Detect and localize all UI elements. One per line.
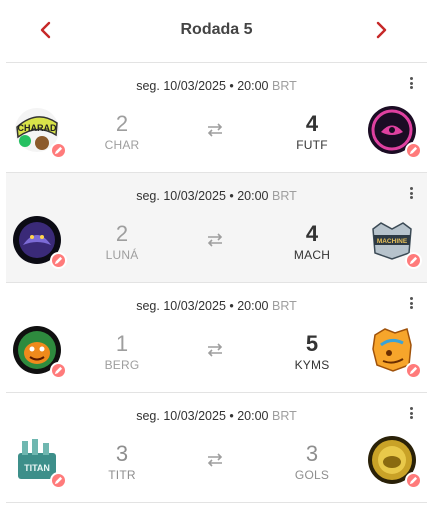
home-team-logo[interactable]: TITAN: [12, 435, 67, 489]
match-datetime: seg. 10/03/2025 • 20:00: [136, 79, 269, 93]
home-team: 2 CHAR: [92, 111, 152, 153]
home-score: 1: [115, 331, 129, 356]
timezone: BRT: [271, 299, 297, 313]
away-team-logo[interactable]: MACHINE: [367, 215, 422, 269]
pencil-icon: [409, 366, 418, 375]
chevron-right-icon: [376, 21, 387, 39]
svg-text:CHARAD: CHARAD: [18, 123, 57, 133]
home-score: 3: [115, 441, 129, 466]
home-team: 1 BERG: [92, 331, 152, 373]
away-score: 3: [305, 441, 319, 466]
round-header: Rodada 5: [0, 0, 433, 60]
edit-badge[interactable]: [405, 472, 422, 489]
edit-badge[interactable]: [50, 362, 67, 379]
edit-badge[interactable]: [50, 142, 67, 159]
home-team-abbr: BERG: [104, 358, 140, 372]
chevron-left-icon: [40, 21, 51, 39]
match-datetime: seg. 10/03/2025 • 20:00: [136, 409, 269, 423]
match-card[interactable]: seg. 10/03/2025 • 20:00 BRT CHARAD 2 CHA…: [6, 62, 427, 173]
home-team: 2 LUNÁ: [92, 221, 152, 263]
home-team-logo[interactable]: [12, 215, 67, 269]
svg-text:MACHINE: MACHINE: [377, 238, 408, 245]
home-team-logo[interactable]: CHARAD: [12, 105, 67, 159]
swap-icon[interactable]: [206, 123, 224, 137]
edit-badge[interactable]: [405, 142, 422, 159]
away-score: 5: [305, 331, 319, 356]
away-team: 3 GOLS: [282, 441, 342, 483]
away-team-abbr: GOLS: [294, 468, 330, 482]
more-options-button[interactable]: [407, 75, 415, 91]
home-team-abbr: TITR: [108, 468, 136, 482]
swap-icon[interactable]: [206, 343, 224, 357]
edit-badge[interactable]: [405, 362, 422, 379]
away-team-abbr: KYMS: [294, 358, 330, 372]
pencil-icon: [409, 146, 418, 155]
more-options-button[interactable]: [407, 185, 415, 201]
edit-badge[interactable]: [50, 472, 67, 489]
match-card[interactable]: seg. 10/03/2025 • 20:00 BRT 2 LUNÁ 4 MAC…: [6, 172, 427, 283]
more-options-button[interactable]: [407, 295, 415, 311]
next-round-button[interactable]: [365, 14, 397, 46]
pencil-icon: [54, 476, 63, 485]
away-team-logo[interactable]: [367, 435, 422, 489]
home-team-abbr: CHAR: [104, 138, 140, 152]
away-team-abbr: MACH: [293, 248, 331, 262]
timezone: BRT: [271, 79, 297, 93]
previous-round-button[interactable]: [30, 14, 62, 46]
home-team-logo[interactable]: [12, 325, 67, 379]
home-team: 3 TITR: [92, 441, 152, 483]
match-datetime: seg. 10/03/2025 • 20:00: [136, 189, 269, 203]
edit-badge[interactable]: [50, 252, 67, 269]
more-options-button[interactable]: [407, 405, 415, 421]
away-score: 4: [305, 221, 319, 246]
match-card[interactable]: seg. 10/03/2025 • 20:00 BRT TITAN 3 TITR…: [6, 392, 427, 503]
away-score: 4: [305, 111, 319, 136]
timezone: BRT: [271, 409, 297, 423]
timezone: BRT: [271, 189, 297, 203]
swap-icon[interactable]: [206, 453, 224, 467]
round-title: Rodada 5: [180, 21, 253, 38]
away-team-logo[interactable]: [367, 105, 422, 159]
pencil-icon: [54, 256, 63, 265]
away-team: 4 MACH: [282, 221, 342, 263]
home-team-abbr: LUNÁ: [105, 248, 139, 262]
away-team-logo[interactable]: [367, 325, 422, 379]
swap-icon[interactable]: [206, 233, 224, 247]
away-team-abbr: FUTF: [296, 138, 328, 152]
match-date: seg. 10/03/2025 • 20:00 BRT: [6, 189, 427, 203]
svg-text:TITAN: TITAN: [24, 463, 50, 473]
pencil-icon: [54, 146, 63, 155]
match-date: seg. 10/03/2025 • 20:00 BRT: [6, 409, 427, 423]
pencil-icon: [409, 476, 418, 485]
pencil-icon: [409, 256, 418, 265]
pencil-icon: [54, 366, 63, 375]
match-card[interactable]: seg. 10/03/2025 • 20:00 BRT 1 BERG 5 KYM…: [6, 282, 427, 393]
edit-badge[interactable]: [405, 252, 422, 269]
match-datetime: seg. 10/03/2025 • 20:00: [136, 299, 269, 313]
home-score: 2: [115, 111, 129, 136]
away-team: 5 KYMS: [282, 331, 342, 373]
match-date: seg. 10/03/2025 • 20:00 BRT: [6, 299, 427, 313]
match-date: seg. 10/03/2025 • 20:00 BRT: [6, 79, 427, 93]
away-team: 4 FUTF: [282, 111, 342, 153]
home-score: 2: [115, 221, 129, 246]
